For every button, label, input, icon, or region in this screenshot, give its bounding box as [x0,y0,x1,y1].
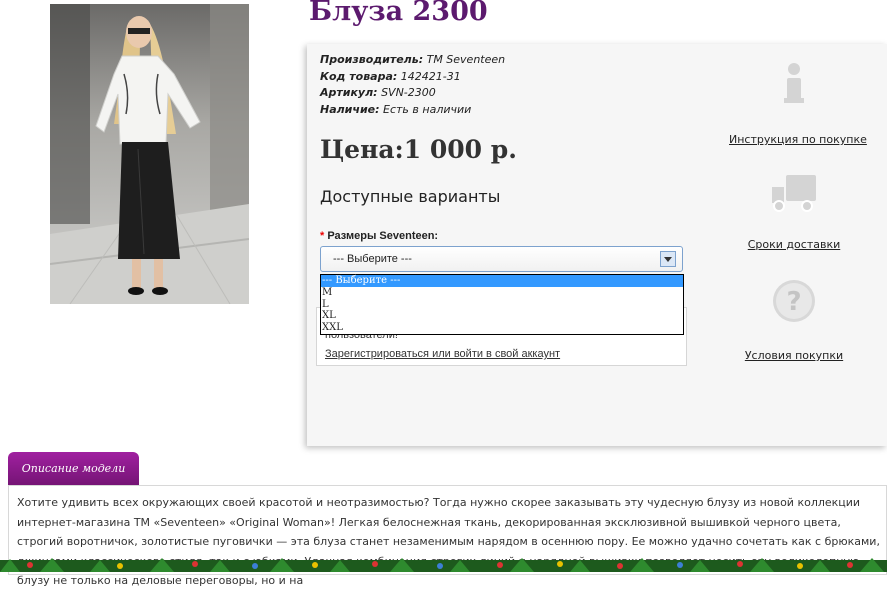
info-icon [784,63,804,103]
sidebar-item-label: Инструкция по покупке [729,133,867,146]
spec-label: Код товара: [320,69,398,83]
svg-text:?: ? [786,287,801,317]
spec-label: Производитель: [320,53,424,66]
required-mark: * [320,230,325,242]
sidebar-item-label: Условия покупки [744,349,844,362]
question-icon: ? [773,280,815,322]
variants-heading: Доступные варианты [320,187,501,206]
size-option[interactable]: XXL [321,322,683,334]
product-image [50,4,249,304]
size-dropdown-list[interactable]: --- Выберите --- M L XL XXL [320,274,684,335]
product-photo[interactable] [50,4,249,304]
product-specs: Производитель: TM Seventeen Код товара: … [320,52,505,118]
size-label-text: Размеры Seventeen: [327,230,439,242]
spec-article: Артикул: SVN-2300 [320,85,505,102]
size-option[interactable]: L [321,299,683,311]
size-option[interactable]: M [321,287,683,299]
size-select-value: --- Выберите --- [333,253,412,265]
spec-value: Есть в наличии [383,102,472,116]
spec-manufacturer: Производитель: TM Seventeen [320,52,505,69]
spec-label: Артикул: [320,86,378,99]
spec-label: Наличие: [320,102,380,116]
sidebar-item-delivery[interactable]: Сроки доставки [744,173,844,251]
truck-icon [772,175,816,212]
spec-availability: Наличие: Есть в наличии [320,102,505,119]
sidebar-item-label: Сроки доставки [747,238,841,251]
spec-product-code: Код товара: 142421-31 [320,69,505,86]
spec-value: TM Seventeen [426,53,506,66]
size-label: * Размеры Seventeen: [320,230,438,242]
spec-value: SVN-2300 [381,86,436,99]
sidebar-item-terms[interactable]: ? Условия покупки [743,278,845,362]
christmas-garland-decoration [0,558,887,572]
product-price: Цена:1 000 р. [320,135,517,164]
sidebar-item-instructions[interactable]: Инструкция по покупке [729,62,867,146]
spec-value: 142421-31 [400,69,461,83]
size-select[interactable]: --- Выберите --- [320,246,683,272]
tab-description[interactable]: Описание модели [8,452,139,486]
product-title: Блуза 2300 [309,0,488,27]
size-option[interactable]: XL [321,310,683,322]
register-login-link[interactable]: Зарегистрироваться или войти в свой акка… [325,348,560,360]
size-option[interactable]: --- Выберите --- [321,275,683,287]
chevron-down-icon[interactable] [660,251,676,267]
description-text: Хотите удивить всех окружающих своей кра… [17,496,880,587]
